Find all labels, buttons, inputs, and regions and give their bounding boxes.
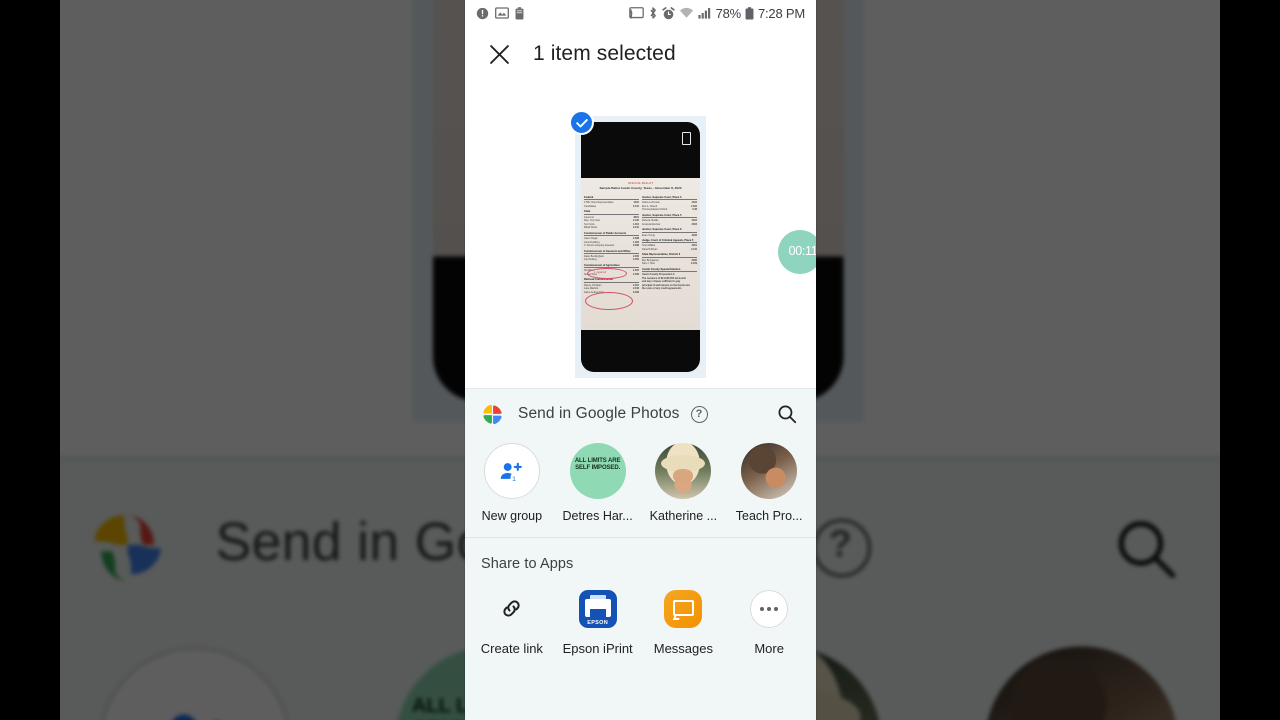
apps-row: Create link EPSON Epson iPrint Messages … [465, 572, 816, 656]
link-icon [491, 588, 533, 630]
share-sheet-header: Send in Google Photos ? [465, 389, 816, 439]
help-icon[interactable]: ? [690, 405, 708, 423]
alert-circle-icon [476, 7, 489, 20]
ballot-header-title: Sample Ballot Austin County, Texas – Nov… [599, 186, 682, 190]
ballot-video-thumbnail[interactable]: OFFICIAL BALLOT Sample Ballot Austin Cou… [581, 122, 700, 372]
contact-label: Detres Har... [562, 509, 633, 523]
google-photos-logo [481, 403, 504, 426]
backdrop-search-icon [1109, 510, 1181, 582]
battery-saver-icon [515, 6, 524, 20]
ballot-header-red: OFFICIAL BALLOT [627, 182, 654, 185]
messages-chat-icon [662, 588, 704, 630]
signal-icon [697, 7, 712, 19]
ballot-right-column: Justice, Supreme Court, Place 3 Debra Le… [585, 194, 697, 310]
app-more[interactable]: More [726, 588, 812, 656]
ballot-document: OFFICIAL BALLOT Sample Ballot Austin Cou… [581, 178, 700, 330]
annotation-oval-against [587, 268, 627, 279]
photo-avatar-katherine [655, 443, 712, 499]
phone-notch-icon [682, 132, 691, 145]
bluetooth-icon [648, 6, 658, 20]
search-icon[interactable] [776, 403, 798, 425]
contact-label: Katherine ... [649, 509, 718, 523]
contact-label: Teach Pro... [735, 509, 803, 523]
app-label: Epson iPrint [562, 640, 633, 656]
close-icon[interactable] [481, 36, 517, 72]
share-to-apps-heading: Share to Apps [481, 555, 574, 572]
quote-avatar: ALL LIMITS ARE SELF IMPOSED. [569, 443, 626, 499]
clock-label: 7:28 PM [757, 5, 805, 21]
contact-teach-pro[interactable]: Teach Pro... [726, 443, 812, 525]
annotation-oval-note [585, 292, 633, 310]
page-title: 1 item selected [533, 42, 676, 65]
contact-katherine[interactable]: Katherine ... [641, 443, 727, 525]
ballot-left-column: Federal 175th Order Representative 2022 C… [584, 196, 639, 294]
app-messages[interactable]: Messages [641, 588, 727, 656]
epson-wordmark: EPSON [587, 620, 608, 627]
app-label: Messages [653, 640, 713, 656]
avatar-quote-text: ALL LIMITS ARE SELF IMPOSED. [574, 458, 621, 471]
letterbox-left [0, 0, 60, 720]
wifi-icon [679, 7, 694, 19]
backdrop-google-photos-logo [88, 507, 167, 586]
battery-percent-label: 78% [715, 5, 742, 21]
video-duration-badge: 00:11 [778, 230, 816, 274]
more-dots-icon [748, 588, 790, 630]
printer-icon: EPSON [577, 588, 619, 630]
app-epson-iprint[interactable]: EPSON Epson iPrint [555, 588, 641, 656]
app-label: More [754, 640, 784, 656]
selected-check-icon[interactable] [569, 110, 594, 135]
photo-avatar-teach [741, 443, 798, 499]
letterbox-right [1220, 0, 1280, 720]
share-sheet: Send in Google Photos ? 1 New group ALL … [465, 388, 816, 720]
annotation-against: 1. Against! [594, 271, 607, 274]
image-icon [495, 7, 509, 19]
thumbnail-container[interactable]: OFFICIAL BALLOT Sample Ballot Austin Cou… [569, 110, 706, 378]
app-label: Create link [480, 640, 543, 656]
app-create-link[interactable]: Create link [469, 588, 555, 656]
phone-screen: 78% 7:28 PM 1 item selected OFFICIAL BAL… [465, 0, 816, 720]
screen-root: 1 item selected [0, 0, 1280, 720]
status-bar-right-icons: 78% 7:28 PM [628, 5, 805, 21]
contact-detres[interactable]: ALL LIMITS ARE SELF IMPOSED. Detres Har.… [555, 443, 641, 525]
app-bar: 1 item selected [465, 26, 816, 82]
share-sheet-title: Send in Google Photos [518, 405, 680, 422]
battery-icon [745, 6, 754, 20]
new-group-icon: 1 [483, 443, 540, 499]
cast-icon [628, 6, 644, 20]
selected-item-preview: OFFICIAL BALLOT Sample Ballot Austin Cou… [465, 82, 816, 388]
svg-text:1: 1 [513, 476, 517, 483]
contact-new-group[interactable]: 1 New group [469, 443, 555, 525]
status-bar-left-icons [476, 6, 524, 20]
status-bar: 78% 7:28 PM [465, 0, 816, 26]
contact-label: New group [481, 509, 543, 523]
alarm-icon [661, 6, 675, 20]
backdrop-help-icon: ? [810, 516, 870, 576]
contacts-row: 1 New group ALL LIMITS ARE SELF IMPOSED.… [465, 439, 816, 525]
